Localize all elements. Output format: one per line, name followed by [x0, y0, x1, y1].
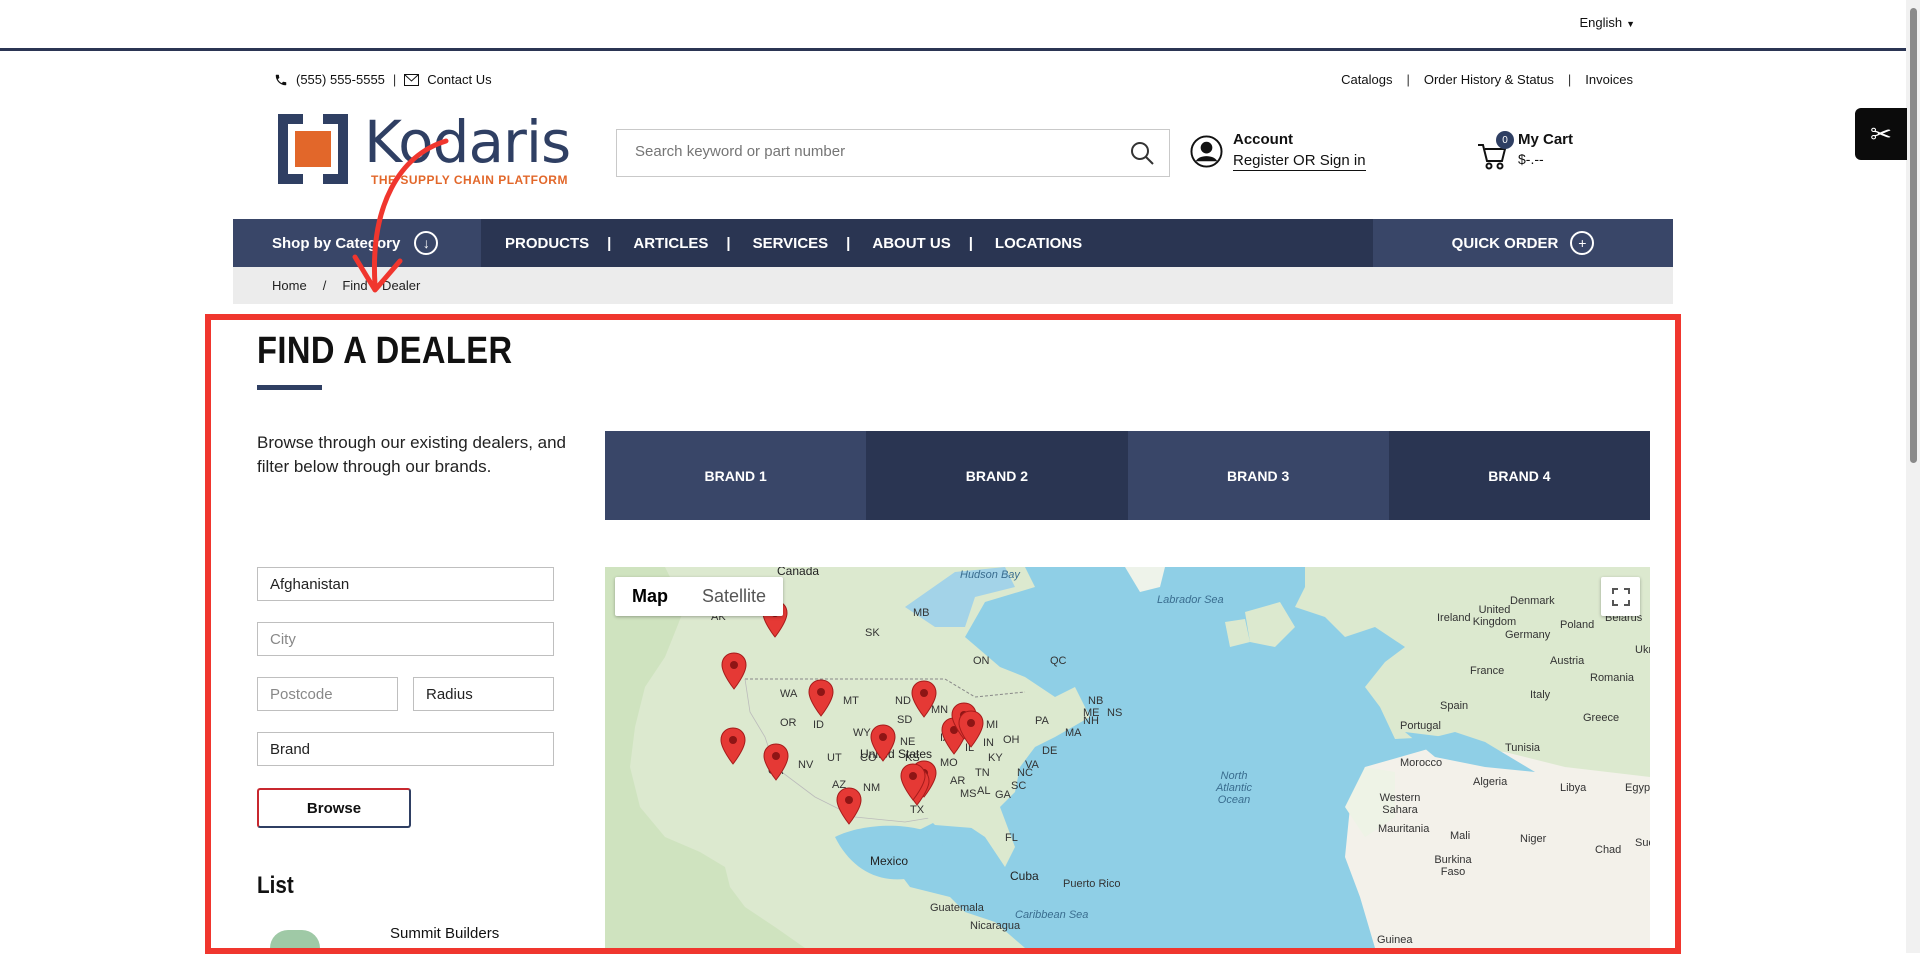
contact-us-link[interactable]: Contact Us [427, 72, 491, 87]
divider: | [607, 234, 612, 252]
cart-total: $-.-- [1518, 151, 1544, 167]
highlight-box [205, 314, 1681, 954]
breadcrumb-home[interactable]: Home [272, 278, 307, 293]
divider: | [1406, 72, 1410, 87]
divider: | [846, 234, 851, 252]
scrollbar-thumb[interactable] [1910, 8, 1917, 463]
utility-links: Catalogs | Order History & Status | Invo… [1341, 72, 1633, 87]
cart-title: My Cart [1518, 131, 1574, 148]
divider: | [1567, 72, 1572, 87]
scrollbar[interactable] [1906, 0, 1920, 953]
search-icon[interactable] [1129, 140, 1155, 166]
language-label: English [1579, 15, 1623, 30]
tools-icon[interactable]: ✂ [1855, 108, 1907, 160]
quick-order-label: QUICK ORDER [1451, 234, 1559, 252]
breadcrumb-separator: / [322, 278, 327, 293]
divider: | [968, 234, 973, 252]
mail-icon [404, 73, 420, 86]
chevron-down-icon: ▼ [1626, 19, 1635, 29]
nav-articles[interactable]: ARTICLES [633, 235, 708, 252]
search-input[interactable] [633, 142, 1097, 161]
nav-locations[interactable]: LOCATIONS [995, 235, 1082, 252]
nav-about-us[interactable]: ABOUT US [872, 235, 950, 252]
nav-services[interactable]: SERVICES [753, 235, 829, 252]
search-bar [616, 129, 1170, 177]
nav-products[interactable]: PRODUCTS [505, 235, 589, 252]
cart[interactable]: 0 My Cart $-.-- [1476, 131, 1573, 171]
top-bar: English ▼ [0, 0, 1920, 51]
catalogs-link[interactable]: Catalogs [1341, 72, 1392, 87]
divider: | [726, 234, 731, 252]
quick-order-button[interactable]: QUICK ORDER + [1373, 219, 1673, 267]
cart-icon: 0 [1476, 131, 1514, 171]
account-title: Account [1233, 131, 1293, 148]
register-signin-link[interactable]: Register OR Sign in [1233, 152, 1366, 171]
account-menu[interactable]: Account Register OR Sign in [1190, 131, 1366, 171]
plus-icon: + [1570, 231, 1595, 255]
order-history-link[interactable]: Order History & Status [1424, 72, 1554, 87]
nav-links: PRODUCTS | ARTICLES | SERVICES | ABOUT US | … [505, 219, 1100, 267]
phone-number[interactable]: (555) 555-5555 [296, 72, 385, 87]
cart-count-badge: 0 [1496, 131, 1514, 149]
annotation-arrow-icon [352, 138, 449, 293]
utility-contact: (555) 555-5555 | Contact Us [274, 72, 492, 87]
user-icon [1190, 134, 1223, 168]
language-selector[interactable]: English ▼ [1579, 15, 1635, 30]
invoices-link[interactable]: Invoices [1585, 72, 1633, 87]
divider: | [392, 72, 397, 87]
phone-icon [275, 74, 287, 85]
